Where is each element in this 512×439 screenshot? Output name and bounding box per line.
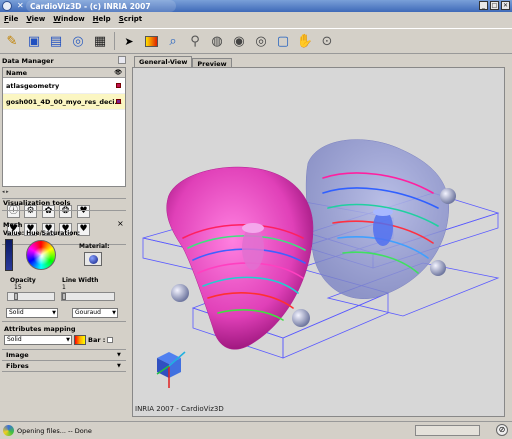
divider <box>2 321 126 322</box>
data-manager-header: Data Manager <box>2 56 126 66</box>
splitter-handle[interactable]: ◂ ▸ <box>2 189 126 195</box>
title-pill <box>26 0 176 12</box>
fit-view-icon[interactable]: ▢ <box>273 31 293 51</box>
heart-icon[interactable]: ♥ <box>77 205 90 218</box>
close-mesh-icon[interactable]: × <box>117 219 124 228</box>
hue-saturation-wheel[interactable] <box>26 240 56 270</box>
divider <box>2 360 126 361</box>
colormap-button[interactable] <box>74 335 86 345</box>
material-label: Material: <box>79 243 110 250</box>
shading-select[interactable]: Gouraud ▼ <box>72 308 118 318</box>
menu-bar: File View Window Help Script <box>0 13 512 25</box>
expand-arrow-icon[interactable]: ▼ <box>117 352 121 358</box>
dropdown-arrow-icon: ▼ <box>112 310 116 316</box>
capture-icon[interactable]: ◎ <box>68 31 88 51</box>
divider <box>2 210 126 211</box>
brain-view-1-icon[interactable]: ◍ <box>207 31 227 51</box>
menu-file[interactable]: File <box>4 15 18 23</box>
brain-view-3-icon[interactable]: ◎ <box>251 31 271 51</box>
section-fibres[interactable]: Fibres <box>6 362 29 370</box>
table-header: Name 👁 <box>3 68 125 78</box>
minimize-icon[interactable]: _ <box>479 1 488 10</box>
opacity-label: Opacity <box>10 277 36 284</box>
opacity-slider[interactable] <box>7 292 55 301</box>
data-table: Name 👁 atlasgeometry gosh001_4D_00_myo_r… <box>2 67 126 187</box>
menu-window[interactable]: Window <box>53 15 84 23</box>
hand-icon[interactable]: ✋ <box>295 31 315 51</box>
progress-box <box>415 425 480 436</box>
color-square-icon[interactable] <box>141 31 161 51</box>
mesh-section-title: Mesh <box>3 221 23 229</box>
undock-icon[interactable] <box>118 56 126 64</box>
status-text: Opening files... -- Done <box>17 427 92 435</box>
shading-value: Gouraud <box>75 309 101 316</box>
menu-help[interactable]: Help <box>93 15 111 23</box>
opacity-slider-knob[interactable] <box>14 293 18 300</box>
dropdown-arrow-icon: ▼ <box>66 337 70 343</box>
visualization-tools-title: Visualization tools <box>3 199 71 207</box>
pointer-icon[interactable]: ➤ <box>119 31 139 51</box>
render-mode-select[interactable]: Solid ▼ <box>6 308 58 318</box>
dropdown-arrow-icon: ▼ <box>52 310 56 316</box>
value-hue-label: Value: Hue/Saturation: <box>3 230 81 237</box>
open-folder-icon[interactable]: ▣ <box>24 31 44 51</box>
toolbar: ✎ ▣ ▤ ◎ ▦ ➤ ⌕ ⚲ ◍ ◉ ◎ ▢ ✋ ⊙ <box>0 28 512 54</box>
row-label: atlasgeometry <box>6 81 60 90</box>
render-mode-value: Solid <box>9 309 24 316</box>
line-width-label: Line Width <box>62 277 99 284</box>
expand-arrow-icon[interactable]: ▼ <box>117 363 121 369</box>
line-width-value: 1 <box>62 284 66 291</box>
visibility-column-icon: 👁 <box>114 69 122 76</box>
line-width-slider-knob[interactable] <box>62 293 66 300</box>
magic-wand-icon[interactable]: ✎ <box>2 31 22 51</box>
menu-script[interactable]: Script <box>119 15 142 23</box>
film-icon[interactable]: ▦ <box>90 31 110 51</box>
color-marker-icon[interactable] <box>116 83 121 88</box>
attribute-mode-value: Solid <box>7 336 22 343</box>
title-bar: ✕ CardioViz3D - (c) INRIA 2007 _ □ ✕ <box>0 0 512 12</box>
color-marker-icon[interactable] <box>116 99 121 104</box>
heart-render <box>142 139 500 388</box>
attributes-mapping-title: Attributes mapping <box>4 325 76 333</box>
bar-label: Bar : <box>88 336 106 344</box>
table-row[interactable]: atlasgeometry <box>3 78 125 94</box>
divider <box>2 349 126 350</box>
brain-view-2-icon[interactable]: ◉ <box>229 31 249 51</box>
toolbar-separator <box>114 32 115 50</box>
status-bar: Opening files... -- Done ⊘ <box>0 421 512 439</box>
material-button[interactable] <box>84 252 102 266</box>
save-icon[interactable]: ▤ <box>46 31 66 51</box>
3d-viewer[interactable]: INRIA 2007 - CardioViz3D <box>132 67 505 417</box>
opacity-value: 15 <box>14 284 22 291</box>
close-icon[interactable]: ✕ <box>501 1 510 10</box>
menu-view[interactable]: View <box>26 15 45 23</box>
cancel-icon[interactable]: ⊘ <box>496 424 508 436</box>
left-panel: Data Manager Name 👁 atlasgeometry gosh00… <box>0 55 128 420</box>
camera-icon[interactable]: ⊙ <box>317 31 337 51</box>
bar-checkbox[interactable] <box>107 337 113 343</box>
maximize-icon[interactable]: □ <box>490 1 499 10</box>
table-row[interactable]: gosh001_4D_00_myo_res_deci... <box>3 94 125 110</box>
ruler-icon[interactable]: ⚲ <box>185 31 205 51</box>
section-image[interactable]: Image <box>6 351 29 359</box>
window-menu-icon[interactable] <box>2 1 12 11</box>
line-width-slider[interactable] <box>61 292 115 301</box>
app-logo-icon <box>3 425 14 436</box>
value-slider[interactable] <box>5 239 13 271</box>
attribute-mode-select[interactable]: Solid ▼ <box>4 335 72 345</box>
divider <box>2 371 126 372</box>
column-name: Name <box>6 68 28 77</box>
viewer-caption: INRIA 2007 - CardioViz3D <box>135 405 224 413</box>
data-manager-title: Data Manager <box>2 57 54 65</box>
row-label: gosh001_4D_00_myo_res_deci... <box>6 97 122 106</box>
zoom-icon[interactable]: ⌕ <box>163 31 183 51</box>
app-icon: ✕ <box>17 1 24 10</box>
